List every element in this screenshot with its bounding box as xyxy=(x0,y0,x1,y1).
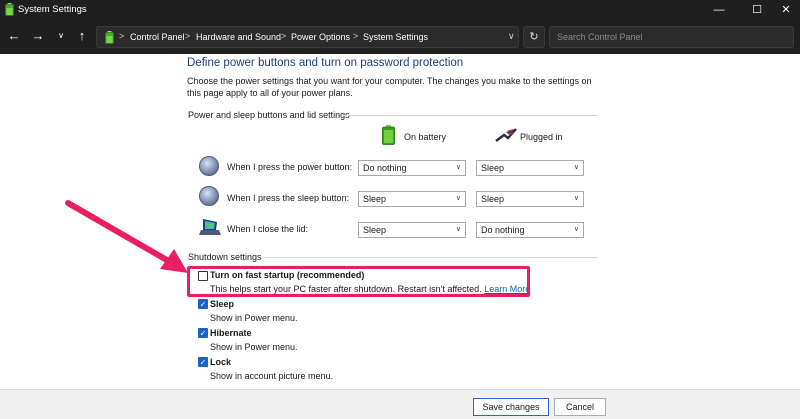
chevron-down-icon: ∨ xyxy=(455,226,461,233)
breadcrumb-power-options[interactable]: Power Options xyxy=(291,32,350,42)
minimize-button[interactable]: — xyxy=(700,0,738,20)
buttons-section-label: Power and sleep buttons and lid settings xyxy=(188,110,350,120)
breadcrumb-separator: > xyxy=(353,31,359,41)
power-button-plugged-select[interactable]: Sleep ∨ xyxy=(476,160,584,176)
breadcrumb-separator: > xyxy=(281,31,287,41)
window-title: System Settings xyxy=(18,4,87,15)
lid-label: When I close the lid: xyxy=(227,224,309,234)
sleep-option-desc: Show in Power menu. xyxy=(210,313,298,323)
footer-bar: Save changes Cancel xyxy=(0,389,800,419)
forward-button[interactable]: → xyxy=(30,28,46,44)
breadcrumb-separator: > xyxy=(185,31,191,41)
maximize-button[interactable]: ☐ xyxy=(738,0,776,20)
hibernate-checkbox[interactable]: ✓ xyxy=(198,328,208,338)
battery-icon xyxy=(5,3,14,16)
hibernate-option-desc: Show in Power menu. xyxy=(210,342,298,352)
arrow-annotation-icon xyxy=(65,200,188,273)
back-button[interactable]: ← xyxy=(6,28,22,44)
column-plugged-in: Plugged in xyxy=(520,132,563,142)
sleep-button-label: When I press the sleep button: xyxy=(227,193,350,203)
battery-icon xyxy=(382,125,395,145)
chevron-down-icon: ∨ xyxy=(573,195,579,202)
address-bar: ← → ∨ ↑ > Control Panel > Hardware and S… xyxy=(0,20,800,54)
breadcrumb-control-panel[interactable]: Control Panel xyxy=(130,32,185,42)
section-divider xyxy=(264,257,598,258)
chevron-down-icon: ∨ xyxy=(573,164,579,171)
search-input[interactable] xyxy=(549,26,794,48)
chevron-down-icon: ∨ xyxy=(455,195,461,202)
save-changes-button[interactable]: Save changes xyxy=(473,398,549,416)
column-on-battery: On battery xyxy=(404,132,447,142)
breadcrumb-system-settings[interactable]: System Settings xyxy=(363,32,428,42)
sleep-option-label: Sleep xyxy=(210,299,235,309)
power-button-label: When I press the power button: xyxy=(227,162,353,172)
sleep-checkbox[interactable]: ✓ xyxy=(198,299,208,309)
power-button-battery-select[interactable]: Do nothing ∨ xyxy=(358,160,466,176)
lock-option-label: Lock xyxy=(210,357,232,367)
up-button[interactable]: ↑ xyxy=(74,28,90,44)
close-button[interactable]: ✕ xyxy=(772,0,800,20)
breadcrumb-separator: > xyxy=(119,31,125,41)
lock-option-desc: Show in account picture menu. xyxy=(210,371,334,381)
lock-checkbox[interactable]: ✓ xyxy=(198,357,208,367)
breadcrumb-hardware-and-sound[interactable]: Hardware and Sound xyxy=(196,32,281,42)
laptop-lid-icon xyxy=(199,219,221,235)
highlight-box xyxy=(187,266,530,297)
breadcrumb-dropdown[interactable]: ∨ xyxy=(508,31,515,42)
sleep-icon xyxy=(199,186,219,206)
power-plug-icon xyxy=(495,128,517,142)
breadcrumb[interactable]: > Control Panel > Hardware and Sound > P… xyxy=(96,26,519,48)
sleep-button-battery-select[interactable]: Sleep ∨ xyxy=(358,191,466,207)
sleep-button-plugged-select[interactable]: Sleep ∨ xyxy=(476,191,584,207)
lid-battery-select[interactable]: Sleep ∨ xyxy=(358,222,466,238)
recent-locations-dropdown[interactable]: ∨ xyxy=(53,28,69,44)
hibernate-option-label: Hibernate xyxy=(210,328,252,338)
refresh-button[interactable]: ↻ xyxy=(523,26,545,48)
battery-icon xyxy=(105,31,114,44)
section-divider xyxy=(344,115,598,116)
chevron-down-icon: ∨ xyxy=(573,226,579,233)
cancel-button[interactable]: Cancel xyxy=(554,398,606,416)
chevron-down-icon: ∨ xyxy=(455,164,461,171)
lid-plugged-select[interactable]: Do nothing ∨ xyxy=(476,222,584,238)
title-bar: System Settings — ☐ ✕ xyxy=(0,0,800,20)
power-icon xyxy=(199,156,219,176)
page-title: Define power buttons and turn on passwor… xyxy=(187,57,464,69)
page-description: Choose the power settings that you want … xyxy=(187,76,592,98)
